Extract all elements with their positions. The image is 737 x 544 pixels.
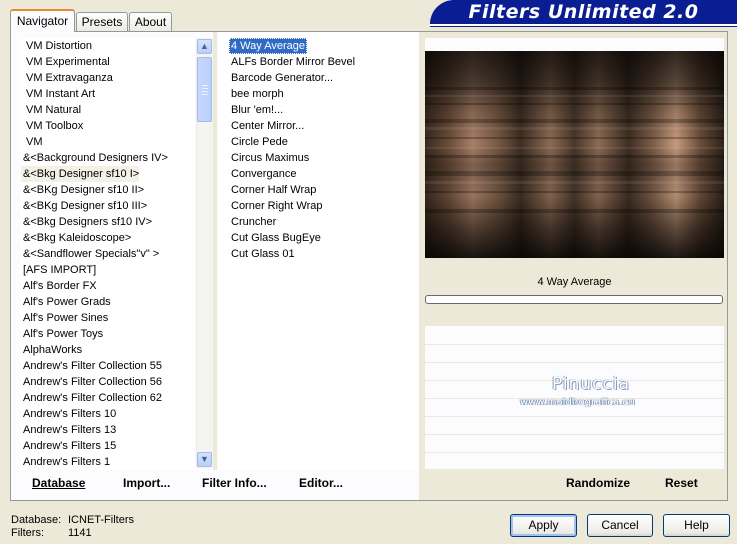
filter-item[interactable]: Blur 'em!... — [229, 102, 285, 118]
category-item[interactable]: &<Bkg Kaleidoscope> — [21, 230, 131, 246]
apply-button[interactable]: Apply — [510, 514, 577, 537]
tab-presets[interactable]: Presets — [76, 12, 128, 31]
tab-about[interactable]: About — [129, 12, 172, 31]
filter-item[interactable]: Corner Half Wrap — [229, 182, 318, 198]
filter-item[interactable]: Cruncher — [229, 214, 278, 230]
scroll-up-icon[interactable]: ▲ — [197, 39, 212, 54]
selected-filter-label: 4 Way Average — [537, 276, 612, 288]
category-item[interactable]: Alf's Power Sines — [21, 310, 108, 326]
category-scrollbar[interactable]: ▲ ▼ — [196, 38, 213, 468]
filter-item[interactable]: Circle Pede — [229, 134, 290, 150]
category-item[interactable]: AlphaWorks — [21, 342, 82, 358]
filter-item[interactable]: Cut Glass BugEye — [229, 230, 323, 246]
category-item[interactable]: Andrew's Filters 10 — [21, 406, 116, 422]
category-item[interactable]: VM Extravaganza — [24, 70, 113, 86]
filter-item[interactable]: Corner Right Wrap — [229, 198, 325, 214]
category-item[interactable]: Alf's Power Toys — [21, 326, 103, 342]
category-item[interactable]: Andrew's Filter Collection 62 — [21, 390, 162, 406]
reset-command[interactable]: Reset — [665, 476, 698, 492]
filter-item[interactable]: bee morph — [229, 86, 286, 102]
category-item[interactable]: &<Background Designers IV> — [21, 150, 168, 166]
tab-navigator[interactable]: Navigator — [10, 9, 75, 32]
editor-command[interactable]: Editor... — [299, 476, 343, 492]
filters-label: Filters: — [11, 527, 44, 539]
scrollbar-thumb[interactable] — [197, 57, 212, 122]
category-item[interactable]: VM Instant Art — [24, 86, 95, 102]
category-item[interactable]: VM — [24, 134, 43, 150]
category-item[interactable]: Andrew's Filter Collection 56 — [21, 374, 162, 390]
list-divider — [213, 32, 217, 470]
category-item[interactable]: Alf's Border FX — [21, 278, 97, 294]
category-item[interactable]: VM Toolbox — [24, 118, 83, 134]
filter-info-command[interactable]: Filter Info... — [202, 476, 267, 492]
filter-item[interactable]: Center Mirror... — [229, 118, 306, 134]
category-item[interactable]: VM Distortion — [24, 38, 92, 54]
category-item[interactable]: &<BKg Designer sf10 II> — [21, 182, 144, 198]
category-item[interactable]: Andrew's Filter Collection 55 — [21, 358, 162, 374]
randomize-command[interactable]: Randomize — [566, 476, 630, 492]
scroll-down-icon[interactable]: ▼ — [197, 452, 212, 467]
filters-count: 1141 — [68, 527, 92, 539]
category-item[interactable]: Alf's Power Grads — [21, 294, 111, 310]
category-item[interactable]: &<Bkg Designer sf10 I> — [21, 166, 140, 182]
category-item[interactable]: Andrew's Filters 13 — [21, 422, 116, 438]
category-item[interactable]: [AFS IMPORT] — [21, 262, 96, 278]
category-item[interactable]: VM Experimental — [24, 54, 110, 70]
category-list[interactable]: VM Distortion VM Experimental VM Extravaga… — [20, 38, 195, 470]
preview-image — [425, 51, 724, 258]
preview-image-graphic — [425, 51, 724, 258]
watermark-url: www.maidiregrafica.eu — [520, 397, 635, 408]
database-command[interactable]: Database — [32, 476, 85, 492]
category-item[interactable]: &<Sandflower Specials"v" > — [21, 246, 159, 262]
category-item[interactable]: VM Natural — [24, 102, 81, 118]
import-command[interactable]: Import... — [123, 476, 170, 492]
cancel-button[interactable]: Cancel — [587, 514, 653, 537]
database-label: Database: — [11, 514, 62, 526]
filter-item[interactable]: Circus Maximus — [229, 150, 311, 166]
category-item[interactable]: &<Bkg Designers sf10 IV> — [21, 214, 152, 230]
filter-item[interactable]: 4 Way Average — [229, 38, 307, 54]
filter-item[interactable]: Barcode Generator... — [229, 70, 335, 86]
database-value: ICNET-Filters — [68, 514, 134, 526]
progress-bar — [425, 295, 723, 304]
filter-item[interactable]: Cut Glass 01 — [229, 246, 297, 262]
filter-item[interactable]: Convergance — [229, 166, 298, 182]
filter-list[interactable]: 4 Way Average ALFs Border Mirror Bevel Bar… — [218, 32, 418, 470]
filter-item[interactable]: ALFs Border Mirror Bevel — [229, 54, 357, 70]
category-item[interactable]: Andrew's Filters 1 — [21, 454, 110, 470]
watermark-name: Pinuccia — [552, 374, 630, 394]
app-title-banner: Filters Unlimited 2.0 — [430, 0, 737, 26]
category-item[interactable]: &<BKg Designer sf10 III> — [21, 198, 147, 214]
help-button[interactable]: Help — [663, 514, 730, 537]
category-item[interactable]: Andrew's Filters 15 — [21, 438, 116, 454]
